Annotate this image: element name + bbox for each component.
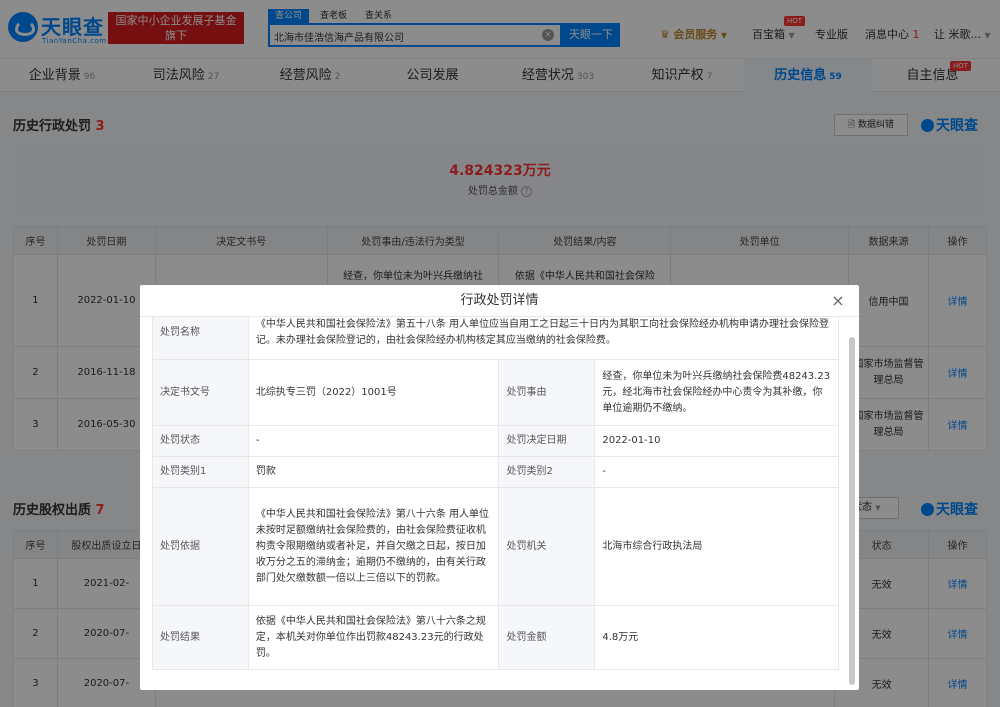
detail-row-category: 处罚类别1 罚款 处罚类别2 - <box>152 456 839 488</box>
detail-row-status: 处罚状态 - 处罚决定日期 2022-01-10 <box>152 425 839 457</box>
penalty-detail-table: 处罚名称 《中华人民共和国社会保险法》第五十八条 用人单位应当自用工之日起三十日… <box>152 317 839 670</box>
detail-row-result: 处罚结果 依据《中华人民共和国社会保险法》第八十六条之规定，本机关对你单位作出罚… <box>152 605 839 670</box>
modal-title: 行政处罚详情 <box>140 285 859 317</box>
close-icon[interactable]: × <box>829 292 847 310</box>
detail-row-name: 处罚名称 《中华人民共和国社会保险法》第五十八条 用人单位应当自用工之日起三十日… <box>152 317 839 360</box>
modal-scrollbar[interactable] <box>849 337 855 685</box>
detail-row-basis: 处罚依据 《中华人民共和国社会保险法》第八十六条 用人单位未按时足额缴纳社会保险… <box>152 487 839 606</box>
detail-row-doc: 决定书文号 北综执专三罚（2022）1001号 处罚事由 经查，你单位未为叶兴兵… <box>152 359 839 426</box>
modal-body: 处罚名称 《中华人民共和国社会保险法》第五十八条 用人单位应当自用工之日起三十日… <box>152 317 839 686</box>
penalty-detail-modal: 行政处罚详情 × 处罚名称 《中华人民共和国社会保险法》第五十八条 用人单位应当… <box>140 285 859 690</box>
